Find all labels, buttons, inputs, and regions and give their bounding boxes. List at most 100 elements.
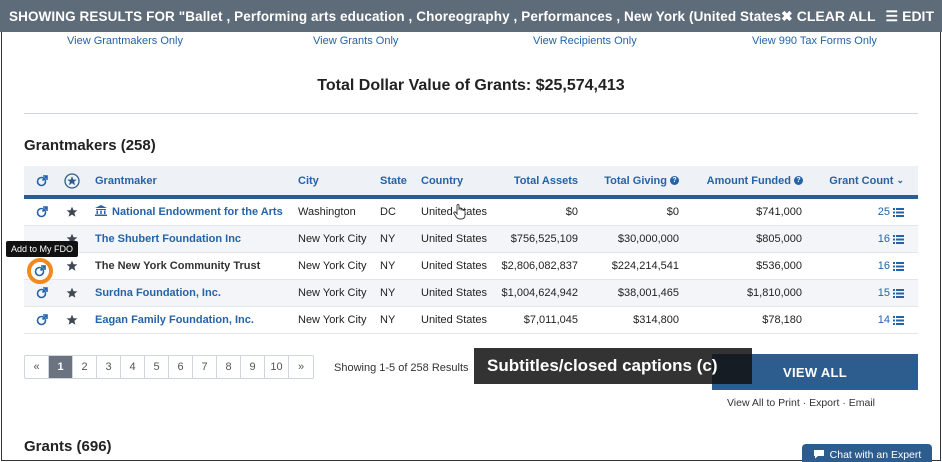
- column-grantmaker[interactable]: Grantmaker: [95, 166, 157, 195]
- pager-page-2[interactable]: 2: [73, 356, 97, 378]
- edit-label: EDIT: [902, 8, 934, 24]
- amount-funded: $741,000: [756, 206, 802, 218]
- list-icon: [893, 261, 904, 271]
- add-to-fdo-icon: [34, 265, 46, 277]
- clear-all-label: CLEAR ALL: [796, 8, 876, 24]
- pager-page-1[interactable]: 1: [49, 356, 73, 378]
- chat-label: Chat with an Expert: [829, 449, 922, 461]
- pager-prev[interactable]: «: [25, 356, 49, 378]
- grantmaker-link[interactable]: The New York Community Trust: [95, 253, 260, 279]
- column-grant-count[interactable]: Grant Count ⌄: [814, 166, 904, 195]
- chat-expert-button[interactable]: Chat with an Expert: [802, 444, 932, 462]
- column-total-assets[interactable]: Total Assets: [494, 166, 578, 195]
- info-icon[interactable]: ?: [670, 176, 679, 185]
- grant-count-value: 16: [877, 260, 890, 272]
- state: DC: [380, 206, 396, 218]
- add-to-fdo-icon[interactable]: [36, 199, 48, 225]
- grantmakers-heading: Grantmakers (258): [24, 137, 156, 154]
- table-row: The Shubert Foundation Inc New York City…: [24, 226, 918, 253]
- total-assets: $1,004,624,942: [501, 287, 578, 299]
- column-state[interactable]: State: [380, 166, 407, 195]
- info-icon[interactable]: ?: [794, 176, 803, 185]
- city: New York City: [298, 314, 367, 326]
- total-giving: $314,800: [633, 314, 679, 326]
- pager-page-7[interactable]: 7: [193, 356, 217, 378]
- star-icon[interactable]: [66, 280, 78, 306]
- divider: [24, 113, 918, 114]
- subtitles-caption-overlay: Subtitles/closed captions (c): [474, 348, 752, 384]
- grantmaker-link[interactable]: Eagan Family Foundation, Inc.: [95, 307, 254, 333]
- column-total-giving-label: Total Giving: [604, 174, 667, 187]
- grant-count[interactable]: 25: [844, 199, 904, 225]
- view-all-options: View All to Print · Export · Email: [726, 397, 876, 409]
- results-count: Showing 1-5 of 258 Results: [334, 362, 469, 374]
- grant-count-value: 16: [877, 233, 890, 245]
- grant-count[interactable]: 15: [844, 280, 904, 306]
- star-header-icon[interactable]: [64, 166, 80, 195]
- pager-next[interactable]: »: [289, 356, 313, 378]
- column-country[interactable]: Country: [421, 166, 463, 195]
- column-total-giving[interactable]: Total Giving ?: [584, 166, 679, 195]
- grantmaker-link[interactable]: The Shubert Foundation Inc: [95, 226, 241, 252]
- star-icon[interactable]: [66, 307, 78, 333]
- star-icon[interactable]: [66, 199, 78, 225]
- pagination: « 1 2 3 4 5 6 7 8 9 10 »: [24, 355, 314, 379]
- pager-page-10[interactable]: 10: [265, 356, 289, 378]
- city: Washington: [298, 206, 356, 218]
- view-990-link[interactable]: View 990 Tax Forms Only: [752, 35, 877, 47]
- total-assets: $0: [565, 206, 578, 218]
- pager-page-4[interactable]: 4: [121, 356, 145, 378]
- view-links: View Grantmakers Only View Grants Only V…: [0, 35, 942, 51]
- total-giving: $224,214,541: [611, 260, 679, 272]
- total-dollar-value: Total Dollar Value of Grants: $25,574,41…: [317, 77, 625, 94]
- list-icon: [893, 288, 904, 298]
- add-to-fdo-tooltip: Add to My FDO: [6, 241, 79, 257]
- pager-page-5[interactable]: 5: [145, 356, 169, 378]
- list-icon: [893, 234, 904, 244]
- column-amount-funded[interactable]: Amount Funded ?: [684, 166, 803, 195]
- amount-funded: $1,810,000: [746, 287, 802, 299]
- total-giving: $38,001,465: [617, 287, 679, 299]
- add-all-fdo-icon[interactable]: [36, 166, 48, 195]
- grantmakers-table: Grantmaker City State Country Total Asse…: [24, 166, 918, 334]
- close-icon: ✖: [781, 7, 793, 24]
- grants-heading: Grants (696): [24, 438, 112, 455]
- pager-page-6[interactable]: 6: [169, 356, 193, 378]
- amount-funded: $805,000: [756, 233, 802, 245]
- grant-count-value: 25: [877, 206, 890, 218]
- state: NY: [380, 260, 396, 272]
- view-grants-link[interactable]: View Grants Only: [313, 35, 398, 47]
- state: NY: [380, 287, 396, 299]
- city: New York City: [298, 260, 367, 272]
- pager-page-9[interactable]: 9: [241, 356, 265, 378]
- government-building-icon: [95, 205, 107, 219]
- amount-funded: $78,180: [762, 314, 802, 326]
- view-recipients-link[interactable]: View Recipients Only: [533, 35, 637, 47]
- list-icon: [893, 315, 904, 325]
- grantmaker-link[interactable]: National Endowment for the Arts: [95, 199, 283, 225]
- pager-page-3[interactable]: 3: [97, 356, 121, 378]
- add-to-fdo-highlighted-button[interactable]: [27, 258, 53, 284]
- sliders-icon: ☰: [885, 7, 899, 24]
- clear-all-button[interactable]: ✖ CLEAR ALL: [781, 8, 876, 25]
- column-amount-funded-label: Amount Funded: [706, 174, 791, 187]
- city: New York City: [298, 233, 367, 245]
- view-grantmakers-link[interactable]: View Grantmakers Only: [67, 35, 183, 47]
- search-results-text: SHOWING RESULTS FOR "Ballet , Performing…: [9, 8, 781, 24]
- chat-bubble-icon: [813, 449, 825, 462]
- edit-button[interactable]: ☰ EDIT: [886, 8, 934, 25]
- grant-count-value: 14: [877, 314, 890, 326]
- search-results-bar: SHOWING RESULTS FOR "Ballet , Performing…: [0, 0, 942, 32]
- grant-count[interactable]: 16: [844, 226, 904, 252]
- column-city[interactable]: City: [298, 166, 319, 195]
- grant-count[interactable]: 14: [844, 307, 904, 333]
- list-icon: [893, 207, 904, 217]
- grantmaker-name: National Endowment for the Arts: [112, 206, 283, 218]
- pager-page-8[interactable]: 8: [217, 356, 241, 378]
- total-giving: $0: [666, 206, 679, 218]
- table-row: National Endowment for the Arts Washingt…: [24, 199, 918, 226]
- grantmaker-link[interactable]: Surdna Foundation, Inc.: [95, 280, 221, 306]
- table-header: Grantmaker City State Country Total Asse…: [24, 166, 918, 199]
- add-to-fdo-icon[interactable]: [36, 307, 48, 333]
- grant-count[interactable]: 16: [844, 253, 904, 279]
